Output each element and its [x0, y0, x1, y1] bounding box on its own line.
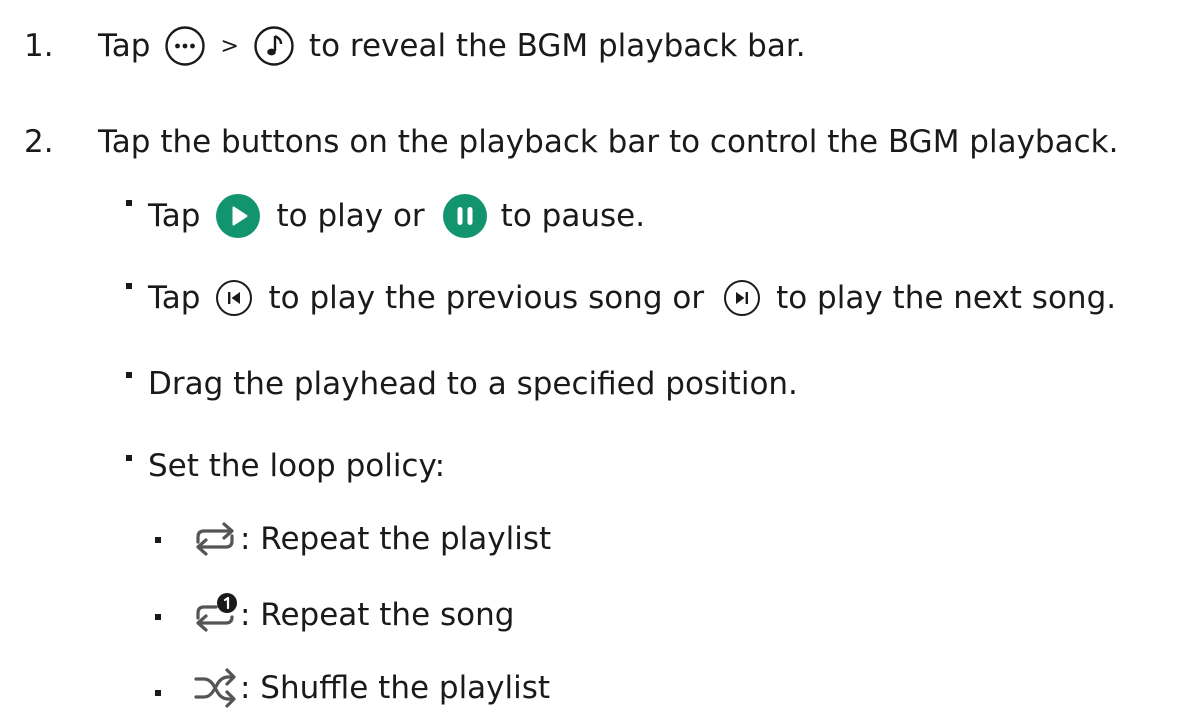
bullet-text: Tap — [148, 198, 201, 234]
bullet-play-pause: Tap to play or to pause. — [148, 190, 645, 242]
bullet-marker — [126, 200, 132, 206]
bullet-marker — [126, 283, 132, 289]
loop-option-label: : Repeat the song — [240, 597, 515, 633]
bullet-text: to pause. — [500, 198, 646, 234]
step-1: Tap > to reveal the BGM playback bar. — [98, 22, 806, 70]
loop-option-repeat-playlist: : Repeat the playlist — [190, 514, 551, 564]
next-icon — [722, 278, 762, 318]
step-text: to reveal the BGM playback bar. — [308, 28, 806, 64]
shuffle-icon — [190, 665, 240, 711]
sub-bullet-marker — [155, 614, 161, 620]
bullet-text: to play the next song. — [776, 280, 1117, 316]
sub-bullet-marker — [155, 690, 161, 696]
bullet-loop-policy: Set the loop policy: — [148, 442, 445, 490]
previous-icon — [214, 278, 254, 318]
bullet-marker — [126, 455, 132, 461]
play-icon — [216, 194, 261, 238]
bullet-marker — [126, 372, 132, 378]
step-text: Tap the buttons on the playback bar to c… — [98, 124, 1119, 160]
separator: > — [220, 33, 239, 59]
bullet-text: Tap — [148, 280, 201, 316]
sub-bullet-marker — [155, 537, 161, 543]
bullet-drag: Drag the playhead to a specified positio… — [148, 360, 798, 408]
loop-option-label: : Repeat the playlist — [240, 521, 552, 557]
bullet-text: to play or — [276, 198, 425, 234]
loop-option-label: : Shuffle the playlist — [240, 670, 551, 706]
step-text: Tap — [98, 28, 151, 64]
step-2: Tap the buttons on the playback bar to c… — [98, 118, 1118, 166]
repeat-playlist-icon — [190, 516, 240, 562]
pause-icon — [442, 194, 487, 238]
more-icon — [164, 25, 206, 67]
repeat-song-icon — [190, 592, 240, 638]
bullet-prev-next: Tap to play the previous song or to play… — [148, 272, 1116, 324]
step-number: 1. — [24, 28, 54, 64]
bullet-text: to play the previous song or — [268, 280, 705, 316]
bullet-text: Set the loop policy: — [148, 448, 446, 484]
step-number: 2. — [24, 124, 54, 160]
bullet-text: Drag the playhead to a specified positio… — [148, 366, 798, 402]
loop-option-repeat-song: : Repeat the song — [190, 590, 514, 640]
music-note-icon — [253, 25, 295, 67]
loop-option-shuffle: : Shuffle the playlist — [190, 662, 550, 714]
